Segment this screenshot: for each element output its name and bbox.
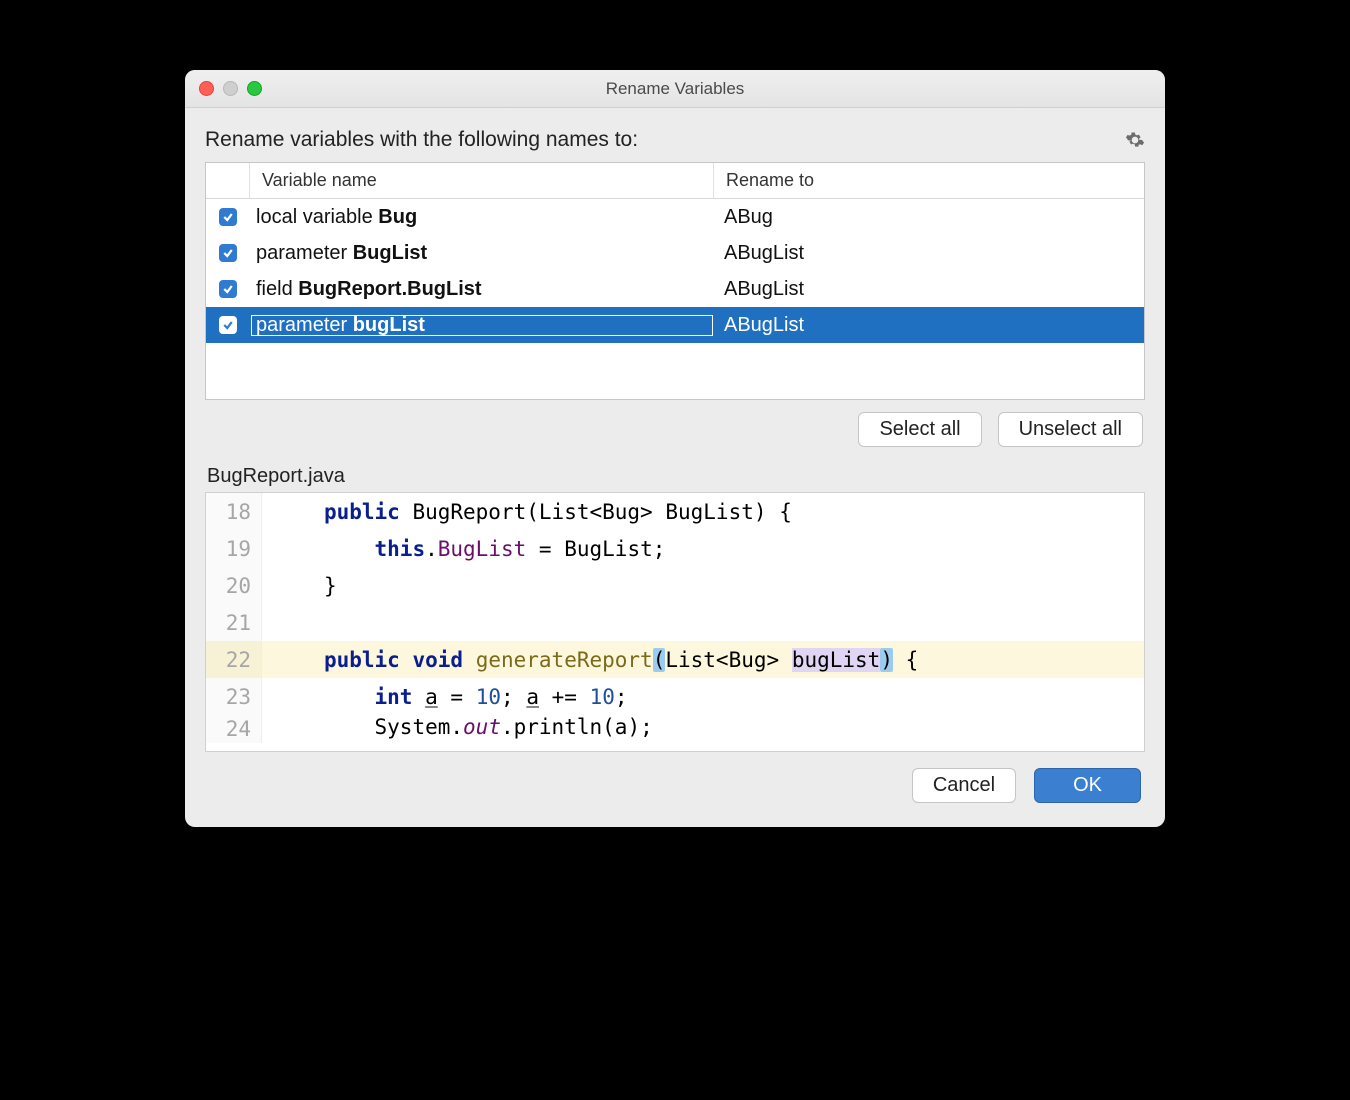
select-all-button[interactable]: Select all	[858, 412, 981, 447]
variable-name-cell: local variable Bug	[250, 206, 714, 229]
file-name-label: BugReport.java	[207, 465, 1145, 488]
rename-variables-dialog: Rename Variables Rename variables with t…	[185, 70, 1165, 827]
instruction-label: Rename variables with the following name…	[205, 128, 1125, 152]
code-line: public void generateReport(List<Bug> bug…	[262, 648, 918, 672]
gutter-line: 23	[206, 678, 262, 715]
col-variable-name: Variable name	[250, 163, 714, 198]
checkbox[interactable]	[219, 316, 237, 334]
col-rename-to: Rename to	[714, 163, 1144, 198]
gear-icon[interactable]	[1125, 130, 1145, 150]
zoom-icon[interactable]	[247, 81, 262, 96]
rename-to-cell: ABugList	[714, 278, 1144, 301]
ok-button[interactable]: OK	[1034, 768, 1141, 803]
table-header: Variable name Rename to	[206, 163, 1144, 199]
checkbox[interactable]	[219, 244, 237, 262]
titlebar: Rename Variables	[185, 70, 1165, 108]
variable-name-cell: parameter BugList	[250, 242, 714, 265]
gutter-line: 21	[206, 604, 262, 641]
code-preview: 18 public BugReport(List<Bug> BugList) {…	[205, 492, 1145, 752]
cancel-button[interactable]: Cancel	[912, 768, 1016, 803]
code-line: }	[262, 574, 337, 598]
code-line: int a = 10; a += 10;	[262, 685, 628, 709]
variable-name-cell: field BugReport.BugList	[250, 278, 714, 301]
table-row[interactable]: parameter bugListABugList	[206, 307, 1144, 343]
code-line	[262, 611, 299, 635]
window-controls	[199, 81, 262, 96]
code-line: public BugReport(List<Bug> BugList) {	[262, 500, 792, 524]
window-title: Rename Variables	[606, 79, 745, 99]
table-row[interactable]: parameter BugListABugList	[206, 235, 1144, 271]
close-icon[interactable]	[199, 81, 214, 96]
minimize-icon	[223, 81, 238, 96]
gutter-line: 20	[206, 567, 262, 604]
table-row[interactable]: local variable BugABug	[206, 199, 1144, 235]
unselect-all-button[interactable]: Unselect all	[998, 412, 1143, 447]
gutter-line: 18	[206, 493, 262, 530]
variables-table: Variable name Rename to local variable B…	[205, 162, 1145, 400]
code-line: System.out.println(a);	[262, 715, 653, 739]
variable-name-cell: parameter bugList	[250, 314, 714, 337]
gutter-line: 24	[206, 715, 262, 743]
checkbox[interactable]	[219, 208, 237, 226]
code-line: this.BugList = BugList;	[262, 537, 665, 561]
rename-to-cell: ABugList	[714, 242, 1144, 265]
rename-to-cell: ABugList	[714, 314, 1144, 337]
gutter-line: 22	[206, 641, 262, 678]
rename-to-cell: ABug	[714, 206, 1144, 229]
gutter-line: 19	[206, 530, 262, 567]
checkbox[interactable]	[219, 280, 237, 298]
table-row[interactable]: field BugReport.BugListABugList	[206, 271, 1144, 307]
